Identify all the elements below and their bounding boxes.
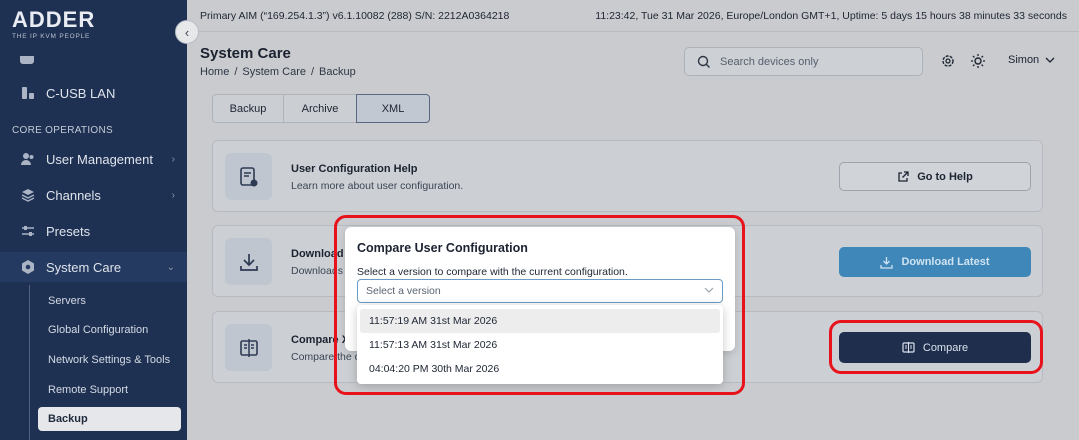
sidebar-subitem-servers[interactable]: Servers [38, 289, 181, 313]
search-placeholder: Search devices only [720, 55, 819, 68]
go-to-help-button[interactable]: Go to Help [839, 162, 1031, 191]
device-icon [20, 56, 34, 64]
card-title: User Configuration Help [291, 163, 418, 175]
sidebar-item-label: C-USB LAN [46, 85, 116, 101]
sidebar-subitem-network-settings[interactable]: Network Settings & Tools [38, 348, 181, 372]
breadcrumb-system-care[interactable]: System Care [242, 66, 306, 78]
gear-icon [20, 259, 36, 275]
sidebar-item-system-care[interactable]: System Care ⌄ [0, 252, 187, 282]
sliders-icon [20, 223, 36, 239]
sidebar-item-c-usb-lan[interactable]: C-USB LAN [0, 78, 187, 108]
breadcrumb-home[interactable]: Home [200, 66, 229, 78]
sidebar-item-label: Channels [46, 187, 101, 203]
highlight-box-modal [334, 215, 745, 395]
sidebar-item-user-management[interactable]: User Management › [0, 144, 187, 174]
usb-lan-icon [20, 85, 36, 101]
sidebar: ADDER THE IP KVM PEOPLE C-USB LAN CORE O… [0, 0, 187, 440]
highlight-box-compare-button [829, 320, 1043, 374]
breadcrumb: Home / System Care / Backup [200, 66, 356, 78]
external-link-icon [898, 170, 909, 182]
collapse-sidebar-button[interactable]: ‹ [175, 20, 199, 44]
button-label: Go to Help [917, 170, 973, 183]
tab-backup[interactable]: Backup [212, 94, 284, 123]
user-menu[interactable]: Simon [1008, 54, 1055, 66]
sidebar-subitem-remote-support[interactable]: Remote Support [38, 378, 181, 402]
tab-bar: Backup Archive XML [212, 94, 430, 123]
sidebar-item-label: User Management [46, 151, 153, 167]
chevron-right-icon: › [171, 153, 175, 165]
settings-gear-icon[interactable] [940, 53, 956, 74]
breadcrumb-separator: / [234, 66, 238, 78]
chevron-down-icon [1045, 57, 1055, 63]
adder-logo: ADDER THE IP KVM PEOPLE [12, 7, 96, 41]
chevron-right-icon: › [171, 189, 175, 201]
help-document-icon [225, 153, 272, 200]
theme-sun-icon[interactable] [970, 53, 986, 74]
section-label-core-operations: CORE OPERATIONS [12, 125, 113, 136]
tab-archive[interactable]: Archive [283, 94, 357, 123]
sidebar-subitem-backup[interactable]: Backup [38, 407, 181, 431]
users-icon [20, 151, 36, 167]
tab-xml[interactable]: XML [356, 94, 430, 123]
breadcrumb-separator: / [310, 66, 315, 78]
sidebar-subitem-global-configuration[interactable]: Global Configuration [38, 318, 181, 342]
sidebar-item-presets[interactable]: Presets [0, 216, 187, 246]
download-icon [880, 256, 894, 269]
search-input[interactable]: Search devices only [684, 47, 923, 76]
compare-icon [225, 324, 272, 371]
logo-tagline: THE IP KVM PEOPLE [12, 33, 91, 40]
layers-icon [20, 187, 36, 203]
sidebar-item-channels[interactable]: Channels › [0, 180, 187, 210]
sidebar-item-label: System Care [46, 259, 122, 275]
card-description: Learn more about user configuration. [291, 180, 464, 192]
chevron-down-icon: ⌄ [166, 261, 175, 273]
sidebar-item-label: Presets [46, 223, 91, 239]
submenu-guide-line [29, 285, 30, 440]
status-bar: Primary AIM (“169.254.1.3”) v6.1.10082 (… [187, 0, 1079, 32]
uptime-info: 11:23:42, Tue 31 Mar 2026, Europe/London… [595, 10, 1067, 22]
download-icon [225, 238, 272, 285]
download-latest-button[interactable]: Download Latest [839, 247, 1031, 277]
breadcrumb-backup: Backup [319, 66, 356, 78]
page-title: System Care [200, 45, 291, 62]
search-icon [697, 55, 711, 69]
device-info: Primary AIM (“169.254.1.3”) v6.1.10082 (… [200, 10, 510, 22]
user-name: Simon [1008, 54, 1040, 66]
button-label: Download Latest [901, 256, 990, 268]
logo-wordmark: ADDER [12, 7, 96, 32]
